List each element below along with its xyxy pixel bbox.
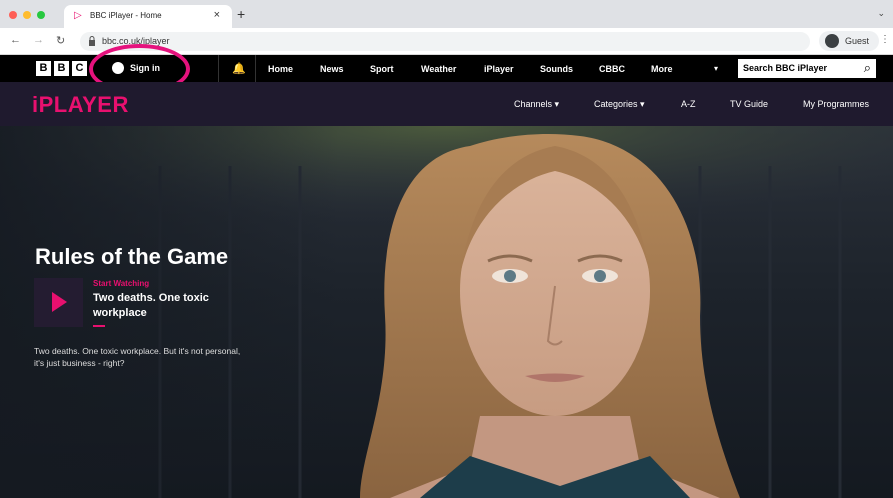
nav-link-cbbc[interactable]: CBBC [599, 64, 625, 74]
play-button[interactable] [34, 278, 83, 327]
start-watching-label[interactable]: Start Watching [93, 279, 149, 288]
minimize-window-icon[interactable] [23, 11, 31, 19]
bbc-logo-block[interactable]: B [36, 61, 51, 76]
nav-divider [218, 55, 219, 82]
user-icon [112, 62, 124, 74]
user-avatar-icon [825, 34, 839, 48]
hero-banner[interactable]: Rules of the Game Start Watching Two dea… [0, 126, 893, 498]
tab-title: BBC iPlayer - Home [90, 11, 162, 20]
maximize-window-icon[interactable] [37, 11, 45, 19]
bbc-logo-block[interactable]: B [54, 61, 69, 76]
nav-link-iplayer[interactable]: iPlayer [484, 64, 514, 74]
address-bar[interactable]: bbc.co.uk/iplayer [80, 32, 810, 51]
back-icon[interactable]: ← [10, 34, 21, 46]
search-icon[interactable]: ⌕ [864, 60, 871, 76]
new-tab-icon[interactable]: + [237, 6, 245, 22]
nav-link-sport[interactable]: Sport [370, 64, 394, 74]
show-title[interactable]: Rules of the Game [35, 244, 228, 270]
browser-tab[interactable]: ▷ BBC iPlayer - Home × [64, 5, 232, 28]
nav-link-weather[interactable]: Weather [421, 64, 456, 74]
synopsis: Two deaths. One toxic workplace. But it'… [34, 346, 241, 368]
iplayer-nav-my-programmes[interactable]: My Programmes [803, 99, 869, 109]
search-placeholder: Search BBC iPlayer [743, 63, 828, 73]
profile-label: Guest [845, 36, 870, 46]
nav-link-news[interactable]: News [320, 64, 344, 74]
search-input[interactable]: Search BBC iPlayer ⌕ [738, 59, 876, 78]
iplayer-logo[interactable]: iPLAYER [32, 92, 129, 118]
notifications-bell-icon[interactable]: 🔔 [232, 62, 246, 75]
reload-icon[interactable]: ↻ [56, 34, 65, 47]
tab-close-icon[interactable]: × [214, 9, 220, 21]
browser-toolbar: ← → ↻ bbc.co.uk/iplayer Guest ⋮ [0, 28, 893, 55]
iplayer-nav-tv-guide[interactable]: TV Guide [730, 99, 768, 109]
lock-icon [89, 36, 95, 46]
profile-button[interactable]: Guest [819, 31, 879, 51]
iplayer-favicon-icon: ▷ [74, 10, 82, 21]
tab-search-chevron-icon[interactable]: ⌄ [877, 8, 885, 19]
nav-link-home[interactable]: Home [268, 64, 293, 74]
forward-icon[interactable]: → [33, 34, 44, 46]
more-chevron-icon[interactable]: ▾ [714, 64, 718, 73]
iplayer-header: iPLAYER Channels ▾ Categories ▾ A-Z TV G… [0, 82, 893, 126]
nav-link-more[interactable]: More [651, 64, 673, 74]
iplayer-nav-a-z[interactable]: A-Z [681, 99, 696, 109]
browser-tab-bar: ▷ BBC iPlayer - Home × + ⌄ [0, 0, 893, 28]
nav-link-sounds[interactable]: Sounds [540, 64, 573, 74]
bbc-global-nav: B B C Sign in 🔔 Home News Sport Weather … [0, 55, 893, 82]
episode-title[interactable]: Two deaths. One toxic workplace [93, 291, 223, 321]
sign-in-label: Sign in [130, 63, 160, 73]
browser-menu-icon[interactable]: ⋮ [880, 34, 890, 45]
play-icon [52, 292, 67, 312]
url-text: bbc.co.uk/iplayer [102, 36, 170, 46]
nav-divider [255, 55, 256, 82]
progress-indicator [93, 325, 105, 327]
iplayer-nav-categories[interactable]: Categories ▾ [594, 99, 645, 110]
close-window-icon[interactable] [9, 11, 17, 19]
bbc-logo-block[interactable]: C [72, 61, 87, 76]
iplayer-nav-channels[interactable]: Channels ▾ [514, 99, 559, 110]
